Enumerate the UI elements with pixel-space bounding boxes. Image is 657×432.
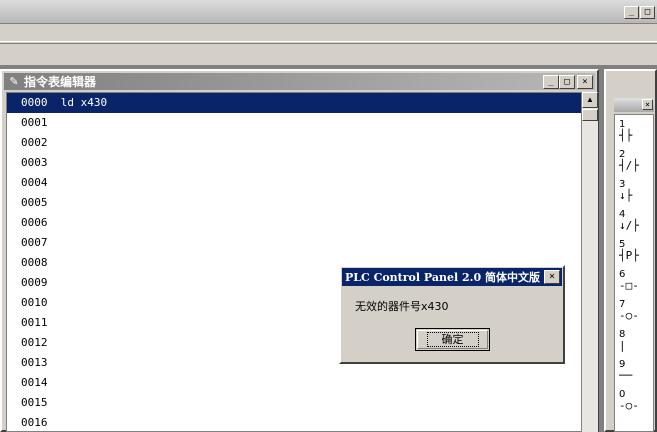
code-line[interactable]: 0007 <box>7 233 581 253</box>
dialog-close-button[interactable]: × <box>544 270 560 284</box>
line-number: 0001 <box>21 116 48 129</box>
ladder-symbol-icon: ┤/├ <box>619 159 639 172</box>
palette-item[interactable]: 6 -□- <box>619 269 651 295</box>
code-line[interactable]: 0001 <box>7 113 581 133</box>
error-dialog: PLC Control Panel 2.0 简体中文版 × 无效的器件号x430… <box>339 265 565 364</box>
scroll-up-arrow-icon[interactable]: ▲ <box>582 92 598 108</box>
ladder-symbol-icon: -○- <box>619 399 639 412</box>
app-maximize-button[interactable]: □ <box>640 6 655 19</box>
line-number: 0007 <box>21 236 48 249</box>
line-number: 0002 <box>21 136 48 149</box>
line-number: 0005 <box>21 196 48 209</box>
code-line[interactable]: 0003 <box>7 153 581 173</box>
line-number: 0014 <box>21 376 48 389</box>
editor-title-bar[interactable]: ✎ 指令表编辑器 _ □ × <box>4 73 595 90</box>
toolbar <box>0 43 657 65</box>
ok-button-face: 确定 <box>417 330 488 349</box>
palette-item[interactable]: 5 ┤P├ <box>619 239 651 265</box>
code-line[interactable]: 0002 <box>7 133 581 153</box>
code-line[interactable]: 0014 <box>7 373 581 393</box>
palette-symbol-list: 1 ┤├ 2 ┤/├ 3 ↓├ 4 ↓/├ 5 ┤P├ 6 -□- 7 -○- 8 | 9 ── 0 -○- <box>614 114 654 432</box>
ladder-symbol-icon: -□- <box>619 279 639 292</box>
code-line[interactable]: 0006 <box>7 213 581 233</box>
dialog-title: PLC Control Panel 2.0 简体中文版 <box>345 271 540 284</box>
palette-item[interactable]: 3 ↓├ <box>619 179 651 205</box>
line-number: 0010 <box>21 296 48 309</box>
editor-window-controls: _ □ × <box>543 75 593 89</box>
line-number: 0012 <box>21 336 48 349</box>
code-line[interactable]: 0000 ld x430 <box>7 93 581 113</box>
ladder-symbol-palette: × 1 ┤├ 2 ┤/├ 3 ↓├ 4 ↓/├ 5 ┤P├ 6 -□- 7 -○- 8 | 9 ── 0 -○- <box>604 69 657 432</box>
line-number: 0011 <box>21 316 48 329</box>
vertical-scrollbar[interactable]: ▲ <box>582 92 598 432</box>
palette-item[interactable]: 1 ┤├ <box>619 119 651 145</box>
editor-maximize-button[interactable]: □ <box>559 75 575 89</box>
palette-title-bar[interactable]: × <box>614 98 654 112</box>
line-number: 0009 <box>21 276 48 289</box>
line-number: 0006 <box>21 216 48 229</box>
ladder-symbol-icon: ┤├ <box>619 129 633 142</box>
app-title-bar: _ □ <box>0 0 657 24</box>
line-instruction: ld x430 <box>60 96 108 109</box>
ok-button[interactable]: 确定 <box>415 328 490 351</box>
palette-item[interactable]: 0 -○- <box>619 389 651 415</box>
instruction-editor-window: ✎ 指令表编辑器 _ □ × 0000 ld x430 0001 0002 000… <box>0 69 599 432</box>
dialog-title-bar[interactable]: PLC Control Panel 2.0 简体中文版 × <box>342 268 562 286</box>
palette-item[interactable]: 8 | <box>619 329 651 355</box>
palette-item[interactable]: 4 ↓/├ <box>619 209 651 235</box>
code-line[interactable]: 0005 <box>7 193 581 213</box>
editor-title: 指令表编辑器 <box>24 75 97 89</box>
menu-bar <box>0 24 657 42</box>
line-number: 0000 <box>21 96 48 109</box>
ok-button-label: 确定 <box>426 332 479 347</box>
dialog-message: 无效的器件号x430 <box>355 300 449 313</box>
palette-item[interactable]: 9 ── <box>619 359 651 385</box>
palette-item[interactable]: 7 -○- <box>619 299 651 325</box>
line-number: 0008 <box>21 256 48 269</box>
ladder-symbol-icon: ┤P├ <box>619 249 639 262</box>
instruction-list[interactable]: 0000 ld x430 0001 0002 0003 0004 0005 000… <box>6 92 582 432</box>
editor-minimize-button[interactable]: _ <box>543 75 559 89</box>
palette-item[interactable]: 2 ┤/├ <box>619 149 651 175</box>
palette-close-button[interactable]: × <box>642 99 653 110</box>
ladder-symbol-icon: -○- <box>619 309 639 322</box>
editor-close-button[interactable]: × <box>577 75 593 89</box>
ladder-symbol-icon: ↓├ <box>619 189 633 202</box>
app-window-controls: _ □ <box>624 6 655 19</box>
ladder-symbol-icon: ↓/├ <box>619 219 639 232</box>
ladder-symbol-icon: ── <box>619 369 633 382</box>
code-line[interactable]: 0016 <box>7 413 581 431</box>
line-number: 0004 <box>21 176 48 189</box>
ladder-symbol-icon: | <box>619 339 626 352</box>
line-number: 0016 <box>21 416 48 429</box>
line-number: 0003 <box>21 156 48 169</box>
app-minimize-button[interactable]: _ <box>624 6 639 19</box>
editor-app-icon: ✎ <box>9 75 19 88</box>
code-line[interactable]: 0015 <box>7 393 581 413</box>
code-line[interactable]: 0004 <box>7 173 581 193</box>
line-number: 0013 <box>21 356 48 369</box>
line-number: 0015 <box>21 396 48 409</box>
scroll-thumb[interactable] <box>582 109 598 121</box>
